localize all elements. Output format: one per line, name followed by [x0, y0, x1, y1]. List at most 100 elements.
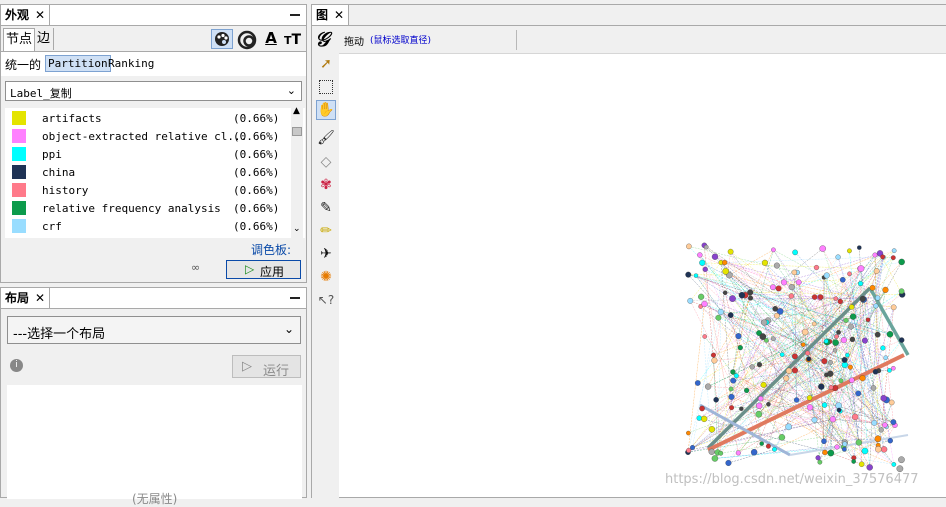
graph-node[interactable] — [849, 304, 854, 309]
graph-node[interactable] — [688, 298, 693, 303]
label-size-icon[interactable]: TT — [284, 31, 304, 49]
color-swatch[interactable] — [12, 111, 26, 125]
graph-node[interactable] — [714, 397, 719, 402]
graph-node[interactable] — [807, 395, 812, 400]
graph-node[interactable] — [779, 434, 785, 440]
color-swatch[interactable] — [12, 147, 26, 161]
graph-node[interactable] — [839, 379, 844, 384]
graph-node[interactable] — [703, 334, 707, 338]
graph-node[interactable] — [734, 373, 739, 378]
help-cursor-icon[interactable]: ↖? — [316, 290, 336, 310]
graph-node[interactable] — [850, 314, 856, 320]
graph-node[interactable] — [774, 263, 780, 269]
graph-node[interactable] — [873, 253, 878, 258]
graph-node[interactable] — [719, 451, 723, 455]
layout-select[interactable]: ---选择一个布局 ⌄ — [7, 316, 301, 344]
graph-node[interactable] — [802, 329, 808, 335]
graph-node[interactable] — [889, 400, 894, 405]
graph-node[interactable] — [838, 299, 843, 304]
graph-node[interactable] — [888, 438, 893, 443]
graph-node[interactable] — [867, 464, 873, 470]
graph-node[interactable] — [728, 312, 733, 317]
scroll-up-icon[interactable]: ▲ — [293, 106, 300, 116]
graph-node[interactable] — [875, 436, 881, 442]
graph-node[interactable] — [897, 465, 903, 471]
graph-node[interactable] — [760, 442, 764, 446]
graph-node[interactable] — [796, 280, 801, 285]
graph-node[interactable] — [807, 357, 811, 361]
color-swatch[interactable] — [12, 183, 26, 197]
list-scrollbar[interactable]: ▲ ⌄ — [291, 108, 303, 238]
graph-node[interactable] — [773, 306, 778, 311]
list-item[interactable]: ppi (0.66%) — [5, 146, 295, 164]
graph-node[interactable] — [761, 382, 767, 388]
close-icon[interactable]: ✕ — [334, 8, 344, 22]
graph-node[interactable] — [829, 385, 834, 390]
graph-node[interactable] — [729, 405, 734, 410]
graph-node[interactable] — [685, 272, 691, 278]
tab-layout[interactable]: 布局✕ — [1, 288, 50, 308]
graph-canvas[interactable] — [680, 240, 910, 480]
graph-node[interactable] — [701, 416, 707, 422]
graph-node[interactable] — [881, 395, 887, 401]
graph-node[interactable] — [818, 460, 822, 464]
graph-node[interactable] — [883, 287, 889, 293]
graph-node[interactable] — [709, 449, 715, 455]
graph-node[interactable] — [891, 305, 896, 310]
graph-node[interactable] — [711, 353, 716, 358]
graph-node[interactable] — [879, 428, 884, 433]
graph-node[interactable] — [786, 368, 792, 374]
graph-node[interactable] — [822, 450, 827, 455]
graph-node[interactable] — [699, 406, 704, 411]
graph-node[interactable] — [703, 267, 708, 272]
graph-node[interactable] — [875, 446, 881, 452]
graph-node[interactable] — [856, 439, 862, 445]
graph-node[interactable] — [792, 270, 797, 275]
graph-node[interactable] — [739, 292, 745, 298]
graph-node[interactable] — [695, 380, 700, 385]
graph-node[interactable] — [760, 333, 766, 339]
graph-node[interactable] — [833, 340, 839, 346]
apply-button[interactable]: ▷ 应用 — [226, 260, 301, 279]
graph-node[interactable] — [694, 274, 698, 278]
graph-node[interactable] — [805, 351, 810, 356]
graph-node[interactable] — [892, 248, 896, 252]
palette-link[interactable]: 调色板: — [251, 241, 291, 258]
graph-node[interactable] — [792, 354, 797, 359]
graph-node[interactable] — [794, 397, 799, 402]
graph-node[interactable] — [848, 365, 853, 370]
graph-node[interactable] — [789, 294, 794, 299]
graph-node[interactable] — [822, 403, 827, 408]
graph-node[interactable] — [873, 369, 878, 374]
graph-node[interactable] — [887, 331, 893, 337]
minimize-icon[interactable] — [290, 297, 300, 299]
graph-node[interactable] — [704, 245, 708, 249]
graph-node[interactable] — [750, 364, 755, 369]
graph-node[interactable] — [847, 249, 851, 253]
graph-node[interactable] — [845, 353, 849, 357]
graph-node[interactable] — [837, 408, 841, 412]
color-palette-icon[interactable] — [211, 29, 233, 49]
color-swatch[interactable] — [12, 129, 26, 143]
graph-node[interactable] — [852, 459, 856, 463]
graph-node[interactable] — [899, 289, 904, 294]
graph-node[interactable] — [686, 431, 690, 435]
run-button[interactable]: ▷ 运行 — [232, 355, 301, 378]
graph-node[interactable] — [824, 339, 828, 343]
graph-node[interactable] — [857, 246, 861, 250]
graph-node[interactable] — [770, 284, 775, 289]
size-icon[interactable] — [237, 30, 257, 50]
graph-node[interactable] — [866, 318, 870, 322]
graph-node[interactable] — [860, 296, 866, 302]
graph-node[interactable] — [762, 260, 768, 266]
graph-node[interactable] — [898, 457, 904, 463]
graph-node[interactable] — [758, 396, 763, 401]
pencil-yellow-icon[interactable]: ✏ — [316, 221, 336, 241]
list-item[interactable]: artifacts (0.66%) — [5, 110, 295, 128]
graph-node[interactable] — [812, 417, 818, 423]
graph-node[interactable] — [686, 244, 691, 249]
list-item[interactable]: object-extracted relative cl... (0.66%) — [5, 128, 295, 146]
scroll-down-icon[interactable]: ⌄ — [293, 224, 301, 234]
graph-node[interactable] — [873, 304, 878, 309]
graph-node[interactable] — [814, 265, 819, 270]
